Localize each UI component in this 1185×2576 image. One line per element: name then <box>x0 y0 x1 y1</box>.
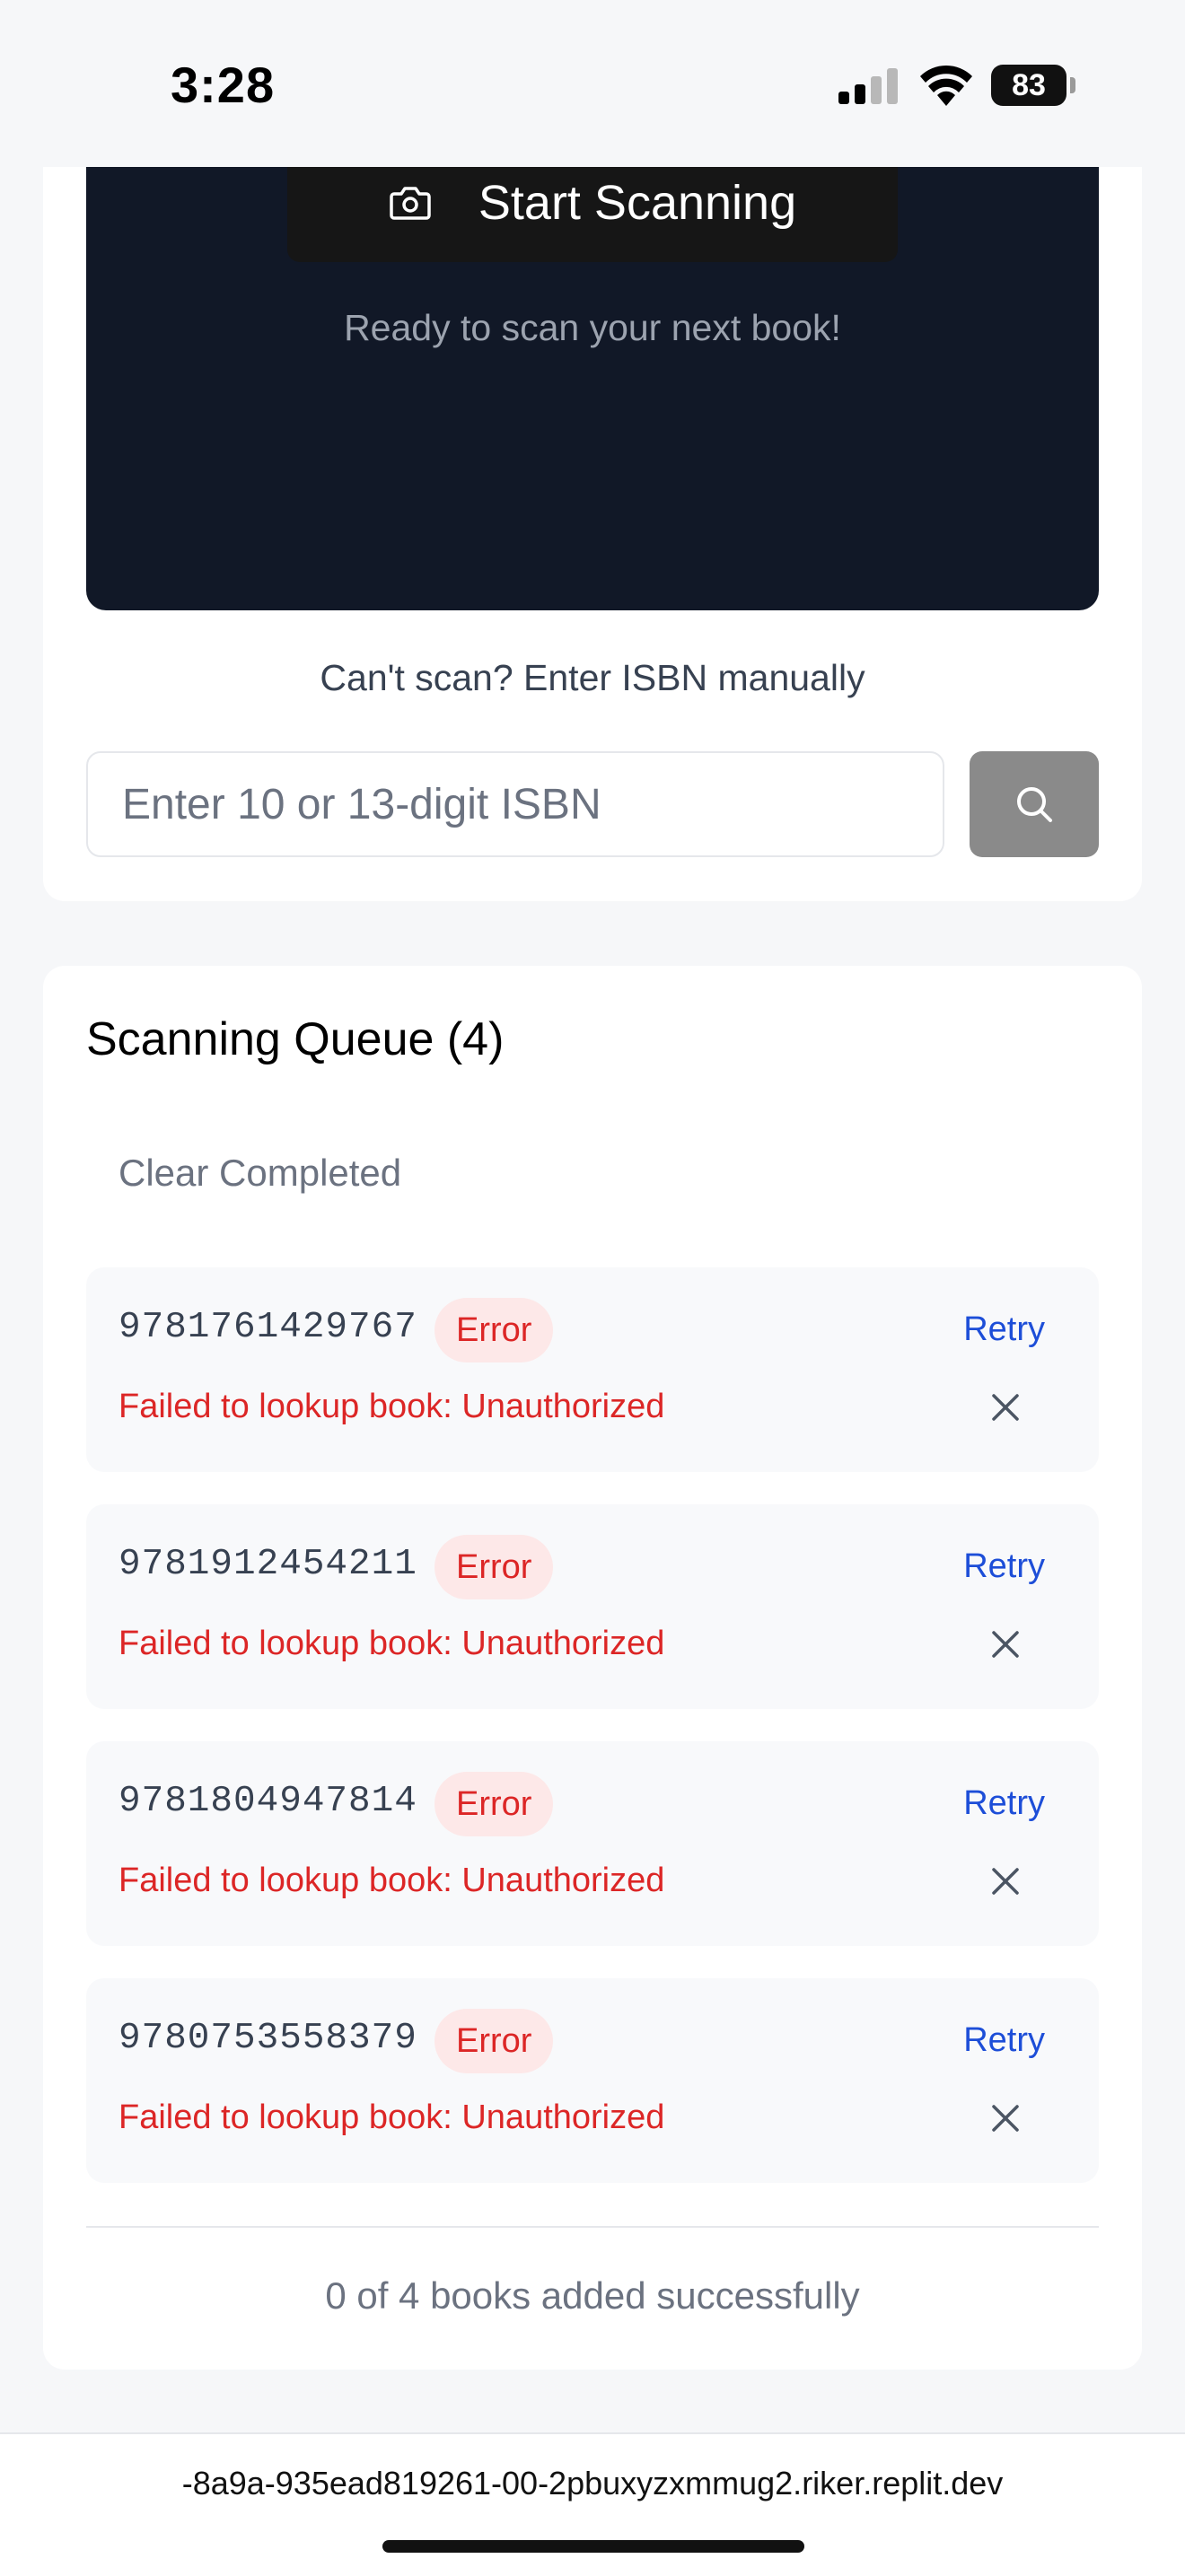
status-badge: Error <box>434 2009 554 2073</box>
queue-item-error-message: Failed to lookup book: Unauthorized <box>118 2098 665 2136</box>
status-time: 3:28 <box>171 57 276 113</box>
home-indicator[interactable] <box>382 2540 804 2553</box>
queue-item-isbn: 9781804947814 <box>118 1781 417 1822</box>
status-bar: 3:28 83 <box>0 0 1185 167</box>
queue-item-error-message: Failed to lookup book: Unauthorized <box>118 1862 665 1899</box>
queue-item: 9781912454211 Error Retry Failed to look… <box>86 1504 1099 1709</box>
browser-url-bar[interactable]: -8a9a-935ead819261-00-2pbuxyzxmmug2.rike… <box>0 2432 1185 2576</box>
queue-summary: 0 of 4 books added successfully <box>325 2274 860 2317</box>
signal-icon <box>838 68 898 104</box>
battery-nub <box>1070 77 1075 93</box>
close-icon[interactable] <box>986 1388 1025 1427</box>
close-icon[interactable] <box>986 1862 1025 1901</box>
isbn-input[interactable] <box>86 751 944 857</box>
queue-item-isbn: 9781761429767 <box>118 1307 417 1348</box>
search-button[interactable] <box>970 751 1099 857</box>
clear-completed-button[interactable]: Clear Completed <box>118 1152 401 1195</box>
wifi-icon <box>920 65 972 106</box>
queue-item: 9780753558379 Error Retry Failed to look… <box>86 1978 1099 2183</box>
queue-item: 9781761429767 Error Retry Failed to look… <box>86 1267 1099 1472</box>
retry-button[interactable]: Retry <box>963 1784 1045 1823</box>
queue-item-isbn: 9781912454211 <box>118 1544 417 1585</box>
status-badge: Error <box>434 1298 554 1362</box>
manual-entry-label: Can't scan? Enter ISBN manually <box>320 657 865 698</box>
search-icon <box>1017 787 1052 822</box>
battery-level: 83 <box>1012 67 1046 102</box>
status-badge: Error <box>434 1535 554 1599</box>
close-icon[interactable] <box>986 1625 1025 1664</box>
camera-viewport: Start Scanning Ready to scan your next b… <box>86 144 1099 610</box>
ready-message: Ready to scan your next book! <box>344 307 841 348</box>
url-text[interactable]: -8a9a-935ead819261-00-2pbuxyzxmmug2.rike… <box>0 2465 1185 2502</box>
status-badge: Error <box>434 1772 554 1836</box>
retry-button[interactable]: Retry <box>963 1547 1045 1586</box>
close-icon[interactable] <box>986 2098 1025 2138</box>
queue-item: 9781804947814 Error Retry Failed to look… <box>86 1741 1099 1946</box>
start-scanning-label: Start Scanning <box>478 176 797 230</box>
retry-button[interactable]: Retry <box>963 2021 1045 2060</box>
queue-item-error-message: Failed to lookup book: Unauthorized <box>118 1388 665 1425</box>
queue-title: Scanning Queue (4) <box>86 1013 505 1065</box>
battery-icon: 83 <box>991 65 1066 106</box>
camera-icon <box>390 187 431 220</box>
queue-divider <box>86 2226 1099 2228</box>
queue-item-error-message: Failed to lookup book: Unauthorized <box>118 1625 665 1662</box>
queue-item-isbn: 9780753558379 <box>118 2018 417 2059</box>
retry-button[interactable]: Retry <box>963 1310 1045 1349</box>
